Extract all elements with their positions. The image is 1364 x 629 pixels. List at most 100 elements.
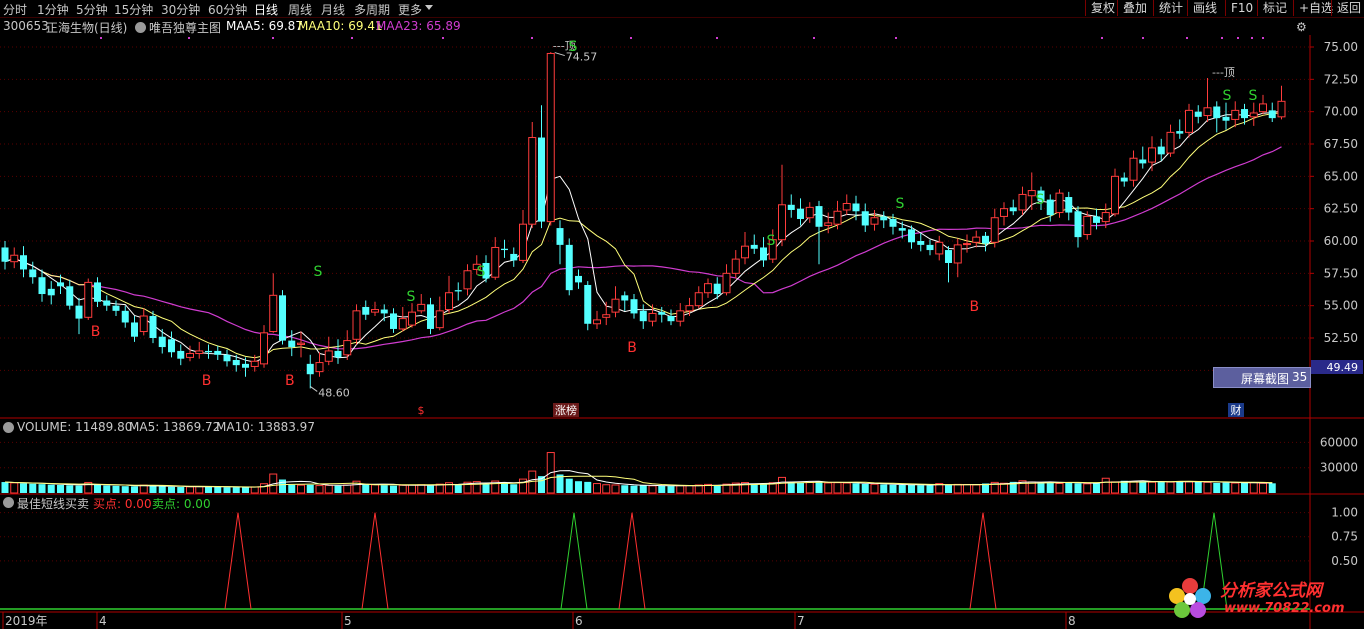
- chevron-down-icon[interactable]: [425, 5, 433, 10]
- crosshair-price-label: 49.49: [1327, 361, 1359, 374]
- period-tab-multi[interactable]: 多周期: [354, 1, 390, 18]
- price-tick-label: 55.00: [1324, 299, 1358, 313]
- price-tick-label: 70.00: [1324, 105, 1358, 119]
- volume-bar: [1231, 482, 1240, 494]
- draw-line-button[interactable]: 画线: [1187, 0, 1222, 16]
- candle-body: [297, 342, 305, 345]
- volume-bar: [324, 484, 333, 494]
- period-tab-1min[interactable]: 1分钟: [37, 1, 69, 18]
- volume-bar: [121, 486, 129, 493]
- indicator-name[interactable]: 唯吾独尊主图: [149, 19, 221, 36]
- event-dot: [716, 37, 718, 39]
- volume-bar: [1093, 483, 1100, 493]
- screenshot-button[interactable]: 屏幕截图 35: [1213, 367, 1311, 388]
- candle-body: [242, 363, 249, 368]
- event-dollar-marker: $: [418, 404, 425, 417]
- period-tab-weekly[interactable]: 周线: [288, 1, 312, 18]
- sell-marker: S: [767, 233, 776, 249]
- volume-bar: [288, 484, 296, 493]
- volume-bar: [1129, 481, 1138, 494]
- period-tab-more[interactable]: 更多: [398, 1, 422, 18]
- volume-bar: [833, 482, 842, 494]
- period-tab-daily[interactable]: 日线: [254, 1, 278, 18]
- volume-bar: [676, 485, 685, 494]
- candle-body: [57, 282, 64, 287]
- candle-body: [445, 292, 453, 311]
- volume-bar: [279, 479, 286, 493]
- restore-rights-button[interactable]: 复权: [1085, 0, 1120, 16]
- volume-bar: [908, 484, 915, 493]
- price-tick-label: 57.50: [1324, 266, 1358, 280]
- candle-body: [47, 288, 55, 296]
- period-tab-60min[interactable]: 60分钟: [208, 1, 247, 18]
- volume-bar: [1249, 482, 1258, 494]
- candle-body: [880, 216, 888, 221]
- period-tab-15min[interactable]: 15分钟: [114, 1, 153, 18]
- volume-tick-label: 60000: [1320, 435, 1358, 449]
- volume-bar: [427, 485, 434, 493]
- volume-bar: [584, 481, 592, 493]
- volume-bar: [398, 484, 407, 494]
- candle-body: [667, 316, 675, 322]
- candle-body: [1166, 131, 1175, 154]
- volume-panel-title: VOLUME: 11489.80 MA5: 13869.72 MA10: 138…: [0, 419, 1310, 435]
- indicator-panel-menu-icon[interactable]: [3, 497, 14, 508]
- buy-point-value: 买点: 0.00: [93, 497, 152, 511]
- volume-bar: [824, 482, 833, 494]
- candle-body: [658, 312, 666, 315]
- event-dot: [1237, 37, 1239, 39]
- volume-bar: [380, 485, 388, 493]
- candle-body: [611, 298, 620, 313]
- low-price-pointer: [309, 386, 318, 392]
- period-tab-intraday[interactable]: 分时: [3, 1, 27, 18]
- event-dot: [1221, 37, 1223, 39]
- volume-bar: [880, 484, 888, 493]
- candle-body: [778, 204, 786, 241]
- event-finance-label: 财: [1231, 403, 1242, 417]
- candle-body: [38, 277, 46, 295]
- volume-bar: [575, 481, 582, 493]
- candle-body: [1157, 146, 1165, 155]
- candle-body: [288, 340, 296, 348]
- candle-body: [1129, 157, 1138, 181]
- volume-bar: [510, 484, 518, 493]
- candle-body: [398, 318, 407, 330]
- overlay-button[interactable]: 叠加: [1117, 0, 1152, 16]
- candle-body: [898, 228, 906, 231]
- statistics-button[interactable]: 统计: [1153, 0, 1188, 16]
- indicator-menu-icon[interactable]: [135, 22, 146, 33]
- mark-button[interactable]: 标记: [1257, 0, 1292, 16]
- candle-body: [538, 137, 545, 222]
- volume-bar: [417, 484, 426, 494]
- volume-bar: [648, 485, 657, 494]
- candle-body: [232, 359, 240, 366]
- period-tab-5min[interactable]: 5分钟: [76, 1, 108, 18]
- price-tick-label: 75.00: [1324, 40, 1358, 54]
- event-dot: [351, 37, 353, 39]
- peak-label: ---顶: [1212, 66, 1235, 79]
- candle-body: [463, 270, 472, 290]
- volume-bar: [565, 478, 573, 493]
- volume-bar: [945, 485, 952, 493]
- event-dot: [1186, 37, 1188, 39]
- candle-body: [685, 305, 694, 312]
- period-tab-monthly[interactable]: 月线: [321, 1, 345, 18]
- settings-gear-icon[interactable]: ⚙: [1296, 20, 1307, 34]
- volume-bar: [593, 483, 601, 494]
- sell-marker: S: [477, 264, 486, 280]
- candle-body: [149, 316, 157, 338]
- volume-bar: [232, 487, 240, 493]
- event-dot: [531, 37, 533, 39]
- kline-chart[interactable]: 74.5748.60---顶---顶BB BBBSSSSSS SS S$ 涨榜财 75.…: [0, 35, 1364, 629]
- candle-body: [1, 247, 9, 262]
- volume-bar: [787, 481, 795, 493]
- back-button[interactable]: 返回: [1331, 0, 1364, 16]
- candle-body: [1231, 109, 1240, 120]
- period-tab-30min[interactable]: 30分钟: [161, 1, 200, 18]
- volume-bar: [1074, 483, 1082, 493]
- volume-menu-icon[interactable]: [3, 422, 14, 433]
- f10-button[interactable]: F10: [1225, 0, 1258, 16]
- candle-body: [565, 244, 573, 291]
- candle-body: [362, 306, 370, 315]
- maa5-label: MAA5: 69.87: [226, 19, 303, 33]
